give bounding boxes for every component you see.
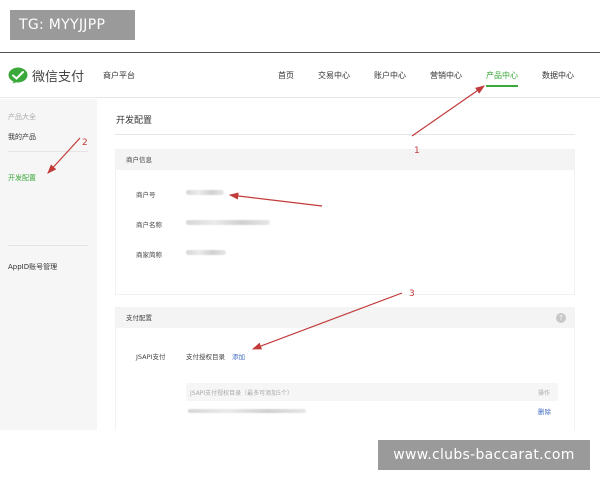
nav-item-account-center[interactable]: 账户中心 <box>374 70 406 90</box>
logo-text: 微信支付 <box>32 70 85 85</box>
merchant-id-label: 商户号 <box>136 191 156 199</box>
sidebar-group-label: 产品大全 <box>8 113 36 121</box>
merchant-info-card: 商户信息 商户号 商户名称 商家简称 <box>115 149 575 295</box>
annotation-number-3: 3 <box>409 289 415 299</box>
merchant-short-name-label: 商家简称 <box>136 251 162 259</box>
nav-item-trade-center[interactable]: 交易中心 <box>318 70 350 90</box>
merchant-short-name-value-blurred <box>186 250 226 255</box>
help-icon[interactable]: ? <box>556 313 566 323</box>
main-content: 开发配置 商户信息 商户号 商户名称 商家简称 支付配置 ? JSAPI支付 支… <box>97 99 600 430</box>
sidebar-item-my-products[interactable]: 我的产品 <box>8 132 36 142</box>
nav-item-data-center[interactable]: 数据中心 <box>542 70 574 90</box>
page-title: 开发配置 <box>116 116 153 126</box>
auth-directory-column-header: JSAPI支付授权目录（最多可添加5个） <box>190 390 293 397</box>
platform-title: 商户平台 <box>103 71 135 80</box>
watermark-bottom: www.clubs-baccarat.com <box>378 440 590 470</box>
merchant-id-value-blurred <box>186 190 224 195</box>
payment-config-card: 支付配置 ? JSAPI支付 支付授权目录 添加 JSAPI支付授权目录（最多可… <box>115 307 575 430</box>
payment-config-title: 支付配置 <box>126 314 152 322</box>
merchant-name-value-blurred <box>186 220 270 225</box>
merchant-name-label: 商户名称 <box>136 221 162 229</box>
nav-item-marketing-center[interactable]: 营销中心 <box>430 70 462 90</box>
wechat-pay-logo[interactable]: 微信支付 <box>8 66 84 85</box>
wechat-pay-check-icon <box>8 67 28 84</box>
sidebar-item-dev-config[interactable]: 开发配置 <box>8 173 36 183</box>
merchant-info-header: 商户信息 <box>116 150 574 170</box>
sidebar-divider <box>8 245 88 246</box>
auth-directory-url-blurred <box>188 409 306 413</box>
add-auth-directory-link[interactable]: 添加 <box>232 351 245 361</box>
sidebar-divider <box>8 151 88 152</box>
action-column-header: 操作 <box>538 390 551 397</box>
app-frame: 微信支付 商户平台 首页 交易中心 账户中心 营销中心 产品中心 数据中心 产品… <box>0 52 600 430</box>
delete-link[interactable]: 删除 <box>538 406 551 416</box>
payment-config-header: 支付配置 ? <box>116 308 574 328</box>
sidebar-item-appid-management[interactable]: AppID账号管理 <box>8 262 57 272</box>
main-nav: 首页 交易中心 账户中心 营销中心 产品中心 数据中心 <box>278 70 598 90</box>
auth-directory-table-header: JSAPI支付授权目录（最多可添加5个） 操作 <box>186 383 558 401</box>
watermark-top: TG: MYYJJPP <box>10 10 135 40</box>
title-divider <box>115 134 575 135</box>
sidebar: 产品大全 我的产品 开发配置 AppID账号管理 <box>0 99 97 430</box>
jsapi-payment-label: JSAPI支付 <box>136 353 166 361</box>
nav-item-home[interactable]: 首页 <box>278 70 294 90</box>
nav-item-product-center[interactable]: 产品中心 <box>486 70 518 90</box>
top-header: 微信支付 商户平台 首页 交易中心 账户中心 营销中心 产品中心 数据中心 <box>0 53 600 98</box>
annotation-number-2: 2 <box>82 138 88 148</box>
auth-directory-label: 支付授权目录 <box>186 353 225 361</box>
annotation-number-1: 1 <box>414 146 420 156</box>
